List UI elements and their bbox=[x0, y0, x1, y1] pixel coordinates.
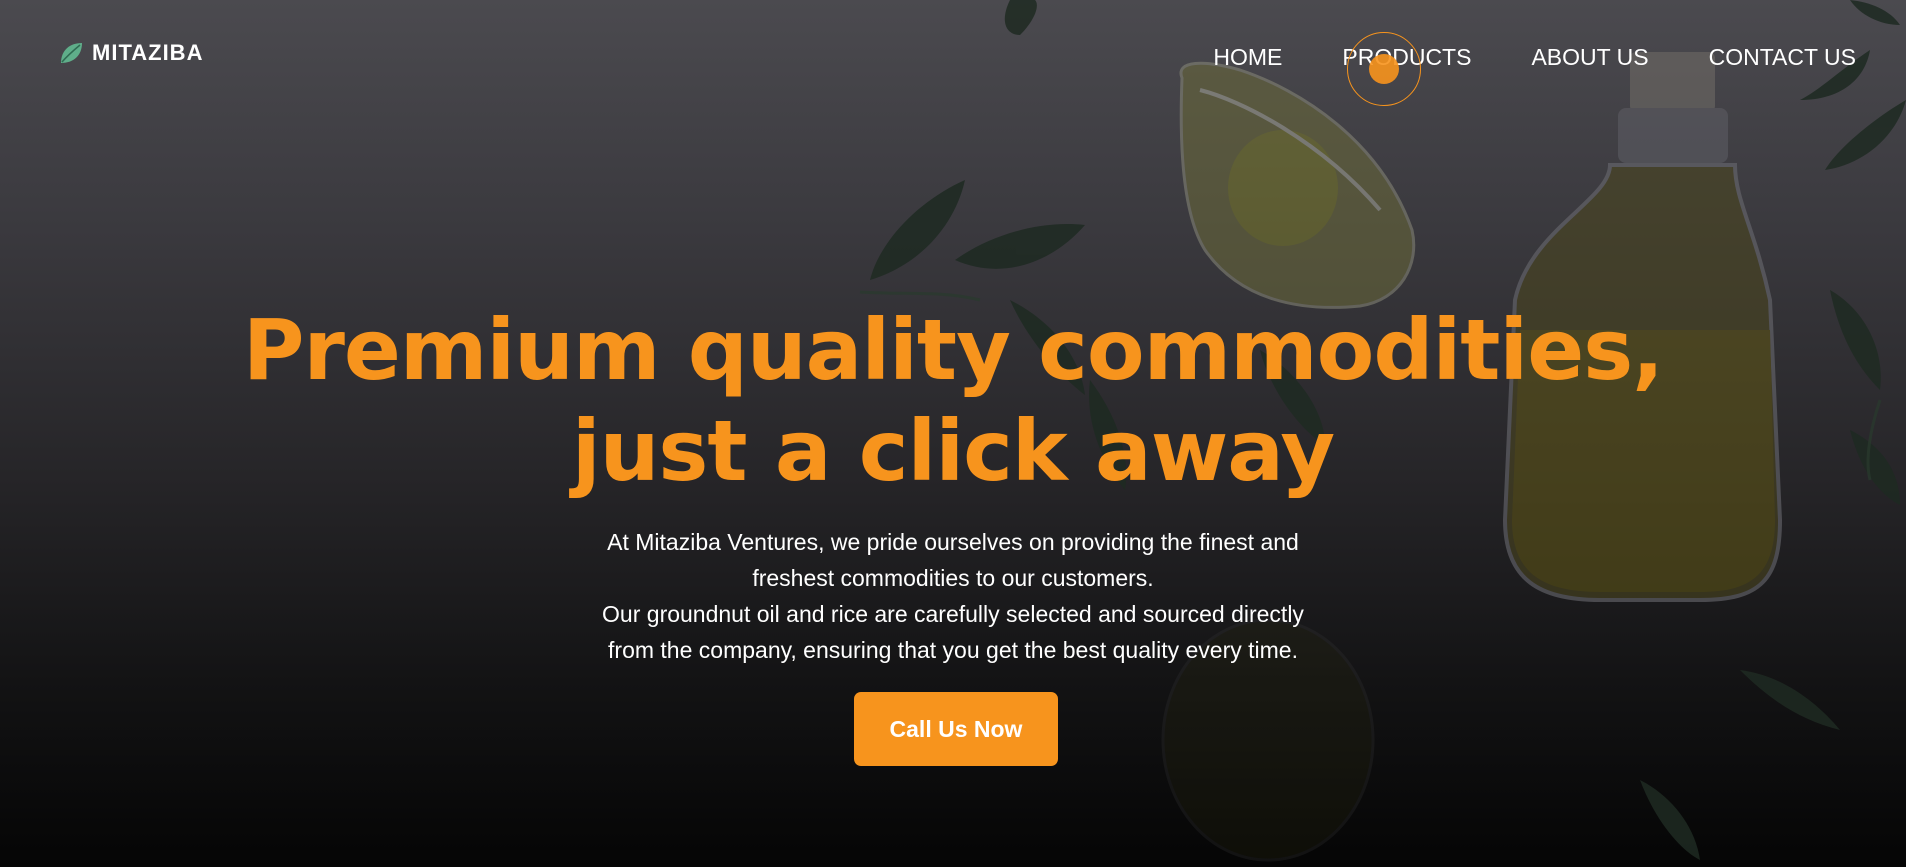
brand-logo[interactable]: MITAZIBA bbox=[58, 40, 203, 66]
nav-item-about-us[interactable]: ABOUT US bbox=[1531, 44, 1648, 71]
cursor-dot bbox=[1369, 54, 1399, 84]
call-us-now-button[interactable]: Call Us Now bbox=[854, 692, 1058, 766]
description-line: from the company, ensuring that you get … bbox=[608, 637, 1298, 663]
description-line: Our groundnut oil and rice are carefully… bbox=[602, 601, 1304, 627]
headline-line-2: just a click away bbox=[571, 402, 1335, 500]
description-line: At Mitaziba Ventures, we pride ourselves… bbox=[607, 529, 1299, 555]
brand-name: MITAZIBA bbox=[92, 40, 204, 65]
headline-line-1: Premium quality commodities, bbox=[242, 301, 1664, 399]
hero-description: At Mitaziba Ventures, we pride ourselves… bbox=[560, 524, 1346, 668]
nav-item-contact-us[interactable]: CONTACT US bbox=[1709, 44, 1856, 71]
hero-headline: Premium quality commodities, just a clic… bbox=[0, 300, 1906, 502]
hero-section: MITAZIBA HOME PRODUCTS ABOUT US CONTACT … bbox=[0, 0, 1906, 867]
description-line: freshest commodities to our customers. bbox=[752, 565, 1154, 591]
leaf-icon bbox=[61, 43, 82, 63]
main-navigation: HOME PRODUCTS ABOUT US CONTACT US bbox=[1213, 44, 1856, 71]
nav-item-home[interactable]: HOME bbox=[1213, 44, 1282, 71]
